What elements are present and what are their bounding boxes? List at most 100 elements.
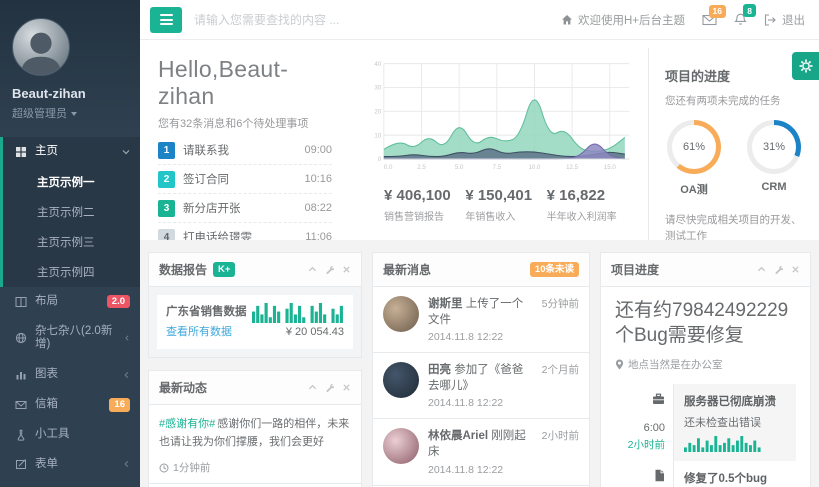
settings-wrench-icon[interactable]: [774, 265, 783, 274]
todo-item[interactable]: 2 签订合同 10:16: [158, 165, 332, 194]
progress-ring-crm: 31% CRM: [747, 120, 801, 197]
progress-ring-oa: 61% OA测: [667, 120, 721, 197]
sidebar-subitem-home-3[interactable]: 主页示例三: [0, 227, 140, 257]
sidebar-toggle-button[interactable]: [150, 7, 182, 33]
sidebar-subitem-home-1[interactable]: 主页示例一: [0, 167, 140, 197]
sidebar-item-widgets[interactable]: 小工具: [0, 420, 140, 450]
svg-text:7.5: 7.5: [493, 164, 502, 171]
collapse-icon[interactable]: [308, 383, 317, 392]
svg-text:12.5: 12.5: [566, 164, 578, 171]
stat-block: ¥ 16,822 半年收入利润率: [547, 187, 628, 223]
home-icon: [561, 14, 573, 26]
flask-icon: [15, 429, 27, 441]
mail-button[interactable]: 16: [702, 14, 717, 26]
sidebar-nav: 主页 主页示例一 主页示例二 主页示例三 主页示例四 布局 2.0 杂七杂八(2…: [0, 137, 140, 487]
sidebar-active-group: 主页 主页示例一 主页示例二 主页示例三 主页示例四: [0, 137, 140, 287]
todo-section: Hello,Beaut-zihan 您有32条消息和6个待处理事项 1 请联系我…: [158, 48, 348, 240]
progress-ring: 61%: [667, 120, 721, 174]
todo-time: 10:16: [304, 173, 332, 185]
view-all-data-link[interactable]: 查看所有数据: [166, 323, 232, 339]
timeline-desc: 还未检查出错误: [684, 414, 786, 430]
stat-value: ¥ 150,401: [465, 187, 546, 204]
project-progress-panel: 项目进度 还有约79842492229个Bug需要修复 地点当: [600, 252, 811, 487]
avatar[interactable]: [12, 18, 70, 76]
badge: 2.0: [107, 295, 130, 309]
collapse-icon[interactable]: [308, 265, 317, 274]
timeline-item[interactable]: 6:00 2小时前 服务器已彻底崩溃 还未检查出错误: [615, 384, 796, 461]
progress-ring: 31%: [747, 120, 801, 174]
sidebar-item-charts[interactable]: 图表: [0, 360, 140, 390]
todo-item[interactable]: 4 打电话给璟雯 11:06: [158, 223, 332, 240]
panel-header: 数据报告 K+: [149, 253, 361, 287]
avatar: [383, 428, 419, 464]
profile-section: Beaut-zihan 超级管理员: [0, 0, 140, 133]
progress-rings: 61% OA测 31% CRM: [665, 120, 805, 197]
stat-value: ¥ 406,100: [384, 187, 465, 204]
sidebar-item-home[interactable]: 主页: [0, 137, 140, 167]
project-summary-title: 项目的进度: [665, 66, 805, 85]
timeline-title: 修复了0.5个bug: [684, 470, 786, 486]
app-root: Beaut-zihan 超级管理员 主页 主页示例一 主页示例二 主页示例三 主…: [0, 0, 819, 487]
search-input[interactable]: [194, 13, 494, 27]
message-ago: 5分钟前: [542, 296, 579, 343]
message-ago: 2小时前: [542, 428, 579, 475]
todo-time: 11:06: [305, 231, 332, 240]
column-middle: 最新消息 10条未读 谢斯里 上传了一个文件 2014.11.8 12:22: [372, 252, 590, 487]
sidebar-subitem-home-2[interactable]: 主页示例二: [0, 197, 140, 227]
message-item[interactable]: 谢斯里 上传了一个文件 2014.11.8 12:22 5分钟前: [373, 287, 589, 353]
message-item[interactable]: 田亮 参加了《爸爸去哪儿》 2014.11.8 12:22 2个月前: [373, 353, 589, 419]
sidebar: Beaut-zihan 超级管理员 主页 主页示例一 主页示例二 主页示例三 主…: [0, 0, 140, 487]
avatar-silhouette-icon: [13, 25, 69, 75]
avatar: [383, 296, 419, 332]
sidebar-item-pages[interactable]: 页面 推荐: [0, 479, 140, 487]
sidebar-subitem-home-4[interactable]: 主页示例四: [0, 257, 140, 287]
sidebar-item-misc[interactable]: 杂七杂八(2.0新增): [0, 317, 140, 361]
sidebar-item-mailbox[interactable]: 信箱 16: [0, 390, 140, 420]
panel-tools: [757, 265, 800, 274]
todo-item[interactable]: 3 新分店开张 08:22: [158, 194, 332, 223]
todo-number-badge: 1: [158, 142, 175, 159]
panel-title: 最新动态: [159, 379, 207, 396]
timeline-title: 服务器已彻底崩溃: [684, 393, 786, 409]
latest-activity-panel: 最新动态 #感谢有你#感谢你们一路的相伴，未来也请让我为你们撑腰，我们会更好: [148, 370, 362, 487]
notifications-button[interactable]: 8: [734, 13, 747, 26]
todo-item[interactable]: 1 请联系我 09:00: [158, 136, 332, 165]
settings-wrench-icon[interactable]: [325, 383, 334, 392]
chevron-left-icon: [124, 334, 130, 342]
page-greeting: Hello,Beaut-zihan: [158, 56, 332, 110]
sales-chart-section: 0102030400.02.55.07.510.012.515.0 ¥ 406,…: [348, 48, 648, 240]
sidebar-item-forms[interactable]: 表单: [0, 450, 140, 480]
sidebar-item-layouts[interactable]: 布局 2.0: [0, 287, 140, 317]
todo-time: 09:00: [304, 144, 332, 156]
chevron-left-icon: [123, 460, 130, 468]
column-right: 项目进度 还有约79842492229个Bug需要修复 地点当: [600, 252, 811, 487]
notice-count-badge: 8: [743, 4, 756, 17]
top-header: 欢迎使用H+后台主题 16 8 退出: [140, 0, 819, 40]
report-item-title: 广东省销售数据: [166, 303, 247, 319]
close-icon[interactable]: [342, 383, 351, 392]
stat-value: ¥ 16,822: [547, 187, 628, 204]
collapse-icon[interactable]: [757, 265, 766, 274]
topic-tag-link[interactable]: #感谢有你#: [159, 418, 215, 430]
activity-post: #感谢有你#感谢你们一路的相伴，未来也请让我为你们撑腰，我们会更好 1分钟前: [159, 415, 351, 475]
sales-sparkline-chart: [252, 303, 344, 323]
profile-role-dropdown[interactable]: 超级管理员: [12, 105, 128, 121]
stat-block: ¥ 150,401 年销售收入: [465, 187, 546, 223]
widgets-row: 数据报告 K+ 广东省销售数据: [140, 240, 819, 487]
todo-time: 08:22: [304, 202, 332, 214]
timeline-item[interactable]: 7:00 3小时前 修复了0.5个bug 重启服务: [615, 461, 796, 487]
message-item[interactable]: 林依晨Ariel 刚刚起床 2014.11.8 12:22 2小时前: [373, 419, 589, 485]
post-timestamp: 1分钟前: [159, 460, 351, 475]
close-icon[interactable]: [342, 265, 351, 274]
server-load-sparkline-chart: [684, 436, 762, 452]
logout-button[interactable]: 退出: [764, 12, 805, 28]
theme-settings-button[interactable]: [792, 52, 819, 80]
file-icon: [654, 469, 665, 482]
close-icon[interactable]: [791, 265, 800, 274]
ring-label: CRM: [747, 181, 801, 193]
badge: 16: [109, 398, 130, 412]
panel-body: 广东省销售数据 查看所有数据 ¥ 20 054.43: [149, 287, 361, 357]
panel-tools: 10条未读: [530, 262, 579, 277]
greeting-subtitle: 您有32条消息和6个待处理事项: [158, 115, 332, 131]
settings-wrench-icon[interactable]: [325, 265, 334, 274]
